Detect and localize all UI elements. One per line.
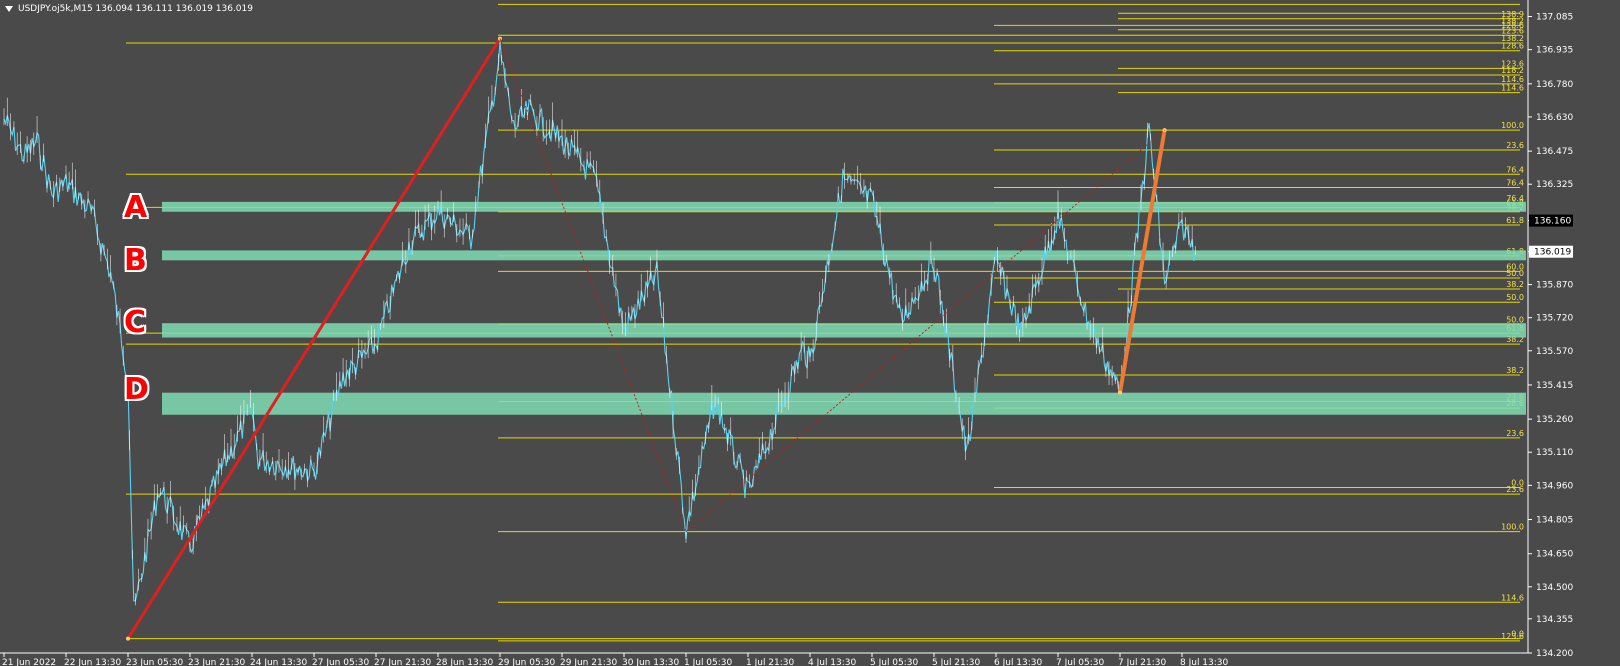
time-tick-label: 7 Jul 05:30 [1056,658,1105,666]
price-tick-label: 135.415 [1536,381,1573,391]
time-tick-label: 5 Jul 21:30 [932,658,981,666]
time-tick-label: 21 Jun 2022 [2,658,56,666]
fibonacci-levels: 138.9138.2128.6123.6138.2128.6123.6118.2… [126,3,1524,642]
price-tick-label: 134.500 [1536,583,1573,593]
price-tick-label: 134.960 [1536,481,1573,491]
time-tick-label: 1 Jul 05:30 [684,658,733,666]
price-tick-label: 134.650 [1536,550,1573,560]
time-tick-label: 22 Jun 13:30 [64,658,121,666]
support-resistance-zones [162,201,1526,415]
fib-level-label: 23.6 [1506,141,1524,150]
fib-level-label: 23.6 [1506,429,1524,438]
time-tick-label: 8 Jul 13:30 [1180,658,1229,666]
zone-label-b: B [124,243,147,278]
fib-level-label: 118.2 [1501,66,1524,75]
fib-level-label: 114.6 [1501,84,1524,93]
trend-line [1118,129,1167,394]
fib-level-label: 114.6 [1501,75,1524,84]
price-line [3,41,1197,602]
price-tick-label: 137.085 [1536,13,1573,23]
price-axis: 137.085 136.935 136.780 136.630 136.475 136.3… [1527,0,1620,666]
price-tick-label: 135.720 [1536,314,1573,324]
zone-label-c: C [124,305,147,340]
price-tick-label: 134.200 [1536,649,1573,659]
time-tick-label: 23 Jun 21:30 [188,658,245,666]
fib-level-label: 23.6 [1506,485,1524,494]
time-tick-label: 24 Jun 13:30 [250,658,307,666]
zone-label-d: D [124,372,149,407]
trend-line [126,37,502,640]
fib-level-label: 76.4 [1506,165,1524,174]
fib-level-label: 38.2 [1506,280,1524,289]
time-tick-label: 27 Jun 05:30 [312,658,369,666]
time-tick-label: 1 Jul 21:30 [746,658,795,666]
time-tick-label: 29 Jun 05:30 [498,658,555,666]
chart-area[interactable]: 138.9 138.2 128.6 123.6 138.2 128.6 123.6 118.2… [0,0,1620,666]
fib-level-label: 50.0 [1506,293,1524,302]
price-tick-label: 135.110 [1536,448,1573,458]
fib-level-label: 123.6 [1501,632,1524,641]
trend-anchor [1118,390,1122,395]
time-tick-label: 27 Jun 21:30 [374,658,431,666]
price-tick-label: 136.630 [1536,113,1573,123]
time-axis: 21 Jun 2022 22 Jun 13:30 23 Jun 05:30 23 Ju… [0,652,1528,666]
price-tick-label: 136.780 [1536,80,1573,90]
time-tick-label: 4 Jul 13:30 [808,658,857,666]
zone-label-a: A [124,190,148,225]
price-tick-label: 135.570 [1536,347,1573,357]
fib-level-label: 38.2 [1506,366,1524,375]
time-tick-label: 23 Jun 05:30 [126,658,183,666]
price-tick-label: 134.355 [1536,615,1573,625]
time-tick-label: 6 Jul 13:30 [994,658,1043,666]
fib-level-label: 61.8 [1506,216,1524,225]
time-tick-label: 5 Jul 05:30 [870,658,919,666]
symbol-info: USDJPY.oj5k,M15 136.094 136.111 136.019 … [18,4,253,14]
time-tick-label: 29 Jun 21:30 [560,658,617,666]
fib-level-label: 100.0 [1501,523,1524,532]
chart-menu-icon[interactable] [5,6,13,12]
fib-level-label: 100.0 [1501,121,1524,130]
time-tick-label: 28 Jun 13:30 [436,658,493,666]
fib-level-label: 114.6 [1501,593,1524,602]
fib-level-label: 50.0 [1506,269,1524,278]
fib-level-label: 76.4 [1506,179,1524,188]
time-tick-label: 30 Jun 13:30 [622,658,679,666]
price-tick-label: 136.475 [1536,147,1573,157]
time-tick-label: 7 Jul 21:30 [1118,658,1167,666]
price-tick-label: 134.805 [1536,516,1573,526]
price-tick-label: 136.325 [1536,180,1573,190]
zone-band-a [162,201,1526,212]
price-tick-label: 135.260 [1536,415,1573,425]
box-price-label: 136.160 [1534,217,1571,227]
trend-anchor [126,636,130,641]
price-tick-label: 136.935 [1536,46,1573,56]
current-price-label: 136.019 [1534,248,1571,258]
trend-lines [126,36,1167,641]
price-tick-label: 135.870 [1536,281,1573,291]
zone-band-c [162,323,1526,338]
zone-band-d [162,392,1526,415]
fib-level-label: 128.6 [1501,42,1524,51]
price-chart[interactable]: 138.9138.2128.6123.6138.2128.6123.6118.2… [0,0,1620,666]
price-axis-bg [1528,0,1620,666]
fib-level-label: 50.0 [1506,315,1524,324]
